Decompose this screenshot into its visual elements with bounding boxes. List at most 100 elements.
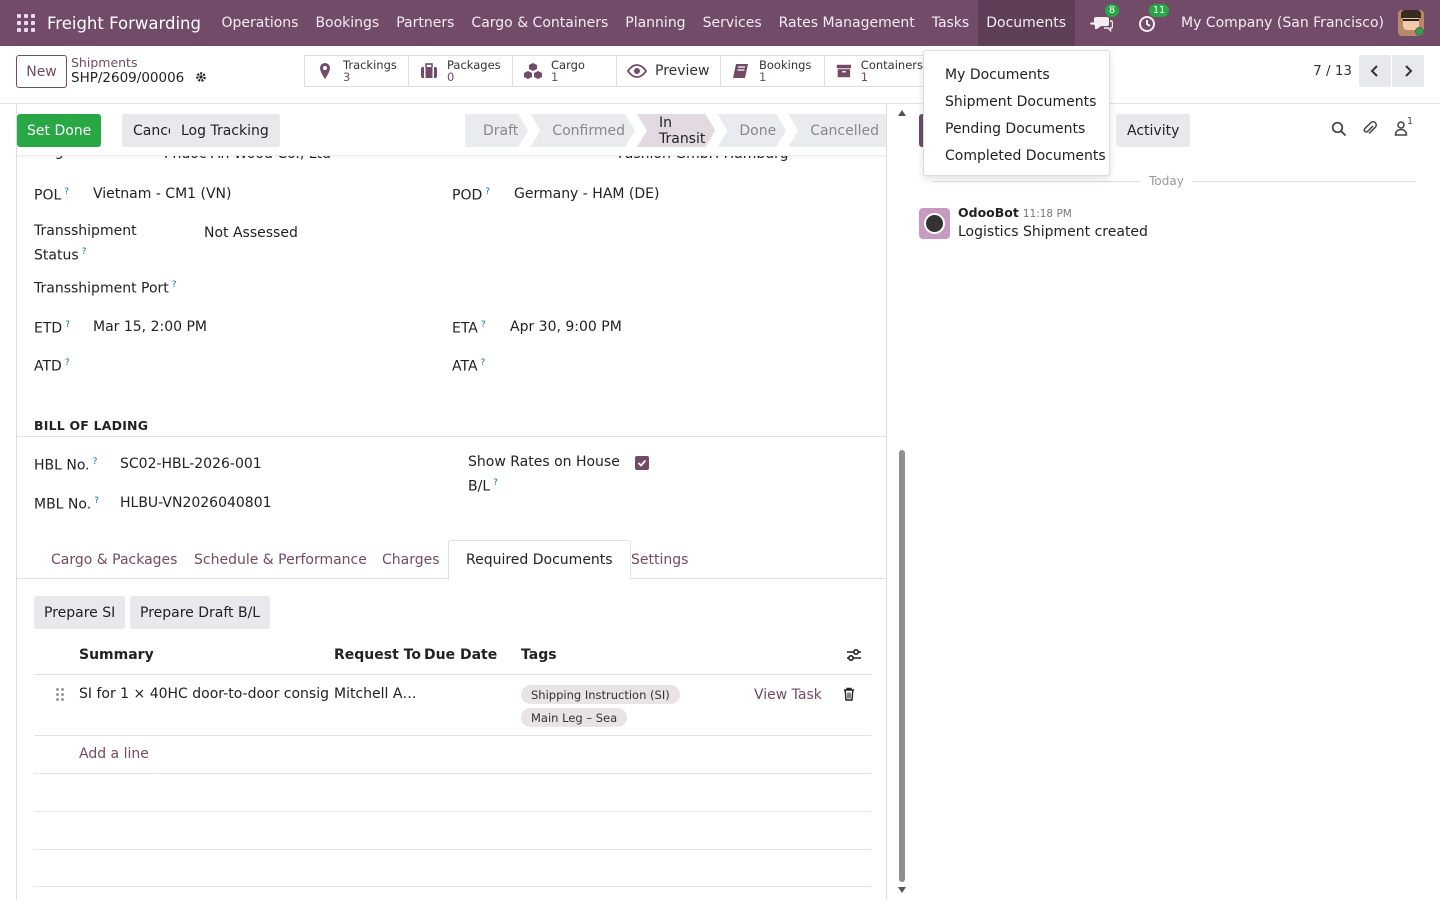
dropdown-item-shipment-documents[interactable]: Shipment Documents [924,88,1109,115]
breadcrumb-shipments[interactable]: Shipments [71,55,137,70]
tag-main-leg-sea: Main Leg – Sea [521,708,628,727]
help-tooltip-icon[interactable]: ? [481,320,486,330]
activity-button[interactable]: Activity [1116,114,1191,147]
archive-icon [836,64,852,78]
smart-button-cargo[interactable]: Cargo 1 [512,55,616,87]
eta-label: ETA? [452,320,486,337]
help-tooltip-icon[interactable]: ? [82,247,87,257]
pol-field[interactable]: Vietnam - CM1 (VN) [93,186,232,202]
smart-button-bookings[interactable]: Bookings 1 [720,55,824,87]
pager-value[interactable]: 7 / 13 [1313,63,1352,79]
menu-tasks[interactable]: Tasks [923,0,978,46]
atd-label: ATD? [34,358,70,375]
eta-field[interactable]: Apr 30, 9:00 PM [510,319,622,335]
set-done-button[interactable]: Set Done [17,114,102,147]
chevron-right-icon [1405,65,1413,77]
help-tooltip-icon[interactable]: ? [485,187,490,197]
chatter-panel: Activity 1 Today OdooBot 11:18 PM Logisti… [917,104,1440,900]
etd-field[interactable]: Mar 15, 2:00 PM [93,319,207,335]
message-body: Logistics Shipment created [958,224,1148,240]
menu-planning[interactable]: Planning [617,0,694,46]
smart-button-packages[interactable]: Packages 0 [408,55,512,87]
app-brand[interactable]: Freight Forwarding [47,14,201,33]
row-request-to[interactable]: Mitchell A… [334,686,416,702]
pager-previous-button[interactable] [1359,55,1391,87]
smart-button-preview[interactable]: Preview [616,55,720,87]
column-tags[interactable]: Tags [521,647,557,663]
help-tooltip-icon[interactable]: ? [65,358,70,368]
column-summary[interactable]: Summary [79,647,154,663]
show-rates-checkbox[interactable] [635,456,649,470]
row-summary[interactable]: SI for 1 × 40HC door-to-door consign… [79,686,329,702]
tab-required-documents[interactable]: Required Documents [448,540,631,580]
chevron-left-icon [1370,65,1378,77]
view-task-button[interactable]: View Task [754,687,822,703]
gear-icon[interactable] [195,71,207,83]
tab-charges[interactable]: Charges [365,540,457,579]
stage-cancelled[interactable]: Cancelled [788,114,886,147]
pod-field[interactable]: Germany - HAM (DE) [514,186,659,202]
hbl-field[interactable]: SC02-HBL-2026-001 [120,456,262,472]
menu-operations[interactable]: Operations [213,0,307,46]
mbl-field[interactable]: HLBU-VN2026040801 [120,495,272,511]
stage-in-transit[interactable]: In Transit [637,114,715,147]
smart-button-trackings[interactable]: Trackings 3 [304,55,408,87]
help-tooltip-icon[interactable]: ? [172,280,177,290]
tab-settings[interactable]: Settings [614,540,705,579]
company-switcher[interactable]: My Company (San Francisco) [1181,15,1384,31]
prepare-si-button[interactable]: Prepare SI [34,596,126,629]
stage-confirmed[interactable]: Confirmed [530,114,635,147]
trash-icon[interactable] [843,687,855,701]
messages-icon[interactable]: 8 [1093,4,1120,33]
pod-label: POD? [452,187,491,204]
search-icon[interactable] [1331,121,1347,137]
apps-menu-icon[interactable] [17,14,35,32]
activities-clock-icon[interactable]: 11 [1137,4,1170,33]
help-tooltip-icon[interactable]: ? [94,496,99,506]
add-a-line-link[interactable]: Add a line [79,746,149,762]
menu-cargo-containers[interactable]: Cargo & Containers [463,0,617,46]
bookings-label: Bookings [759,58,812,72]
pager-next-button[interactable] [1392,55,1424,87]
menu-documents[interactable]: Documents [977,0,1075,46]
tab-schedule-performance[interactable]: Schedule & Performance [177,540,384,579]
new-button[interactable]: New [16,55,67,88]
log-tracking-button[interactable]: Log Tracking [170,114,280,147]
smart-button-containers[interactable]: Containers 1 [824,55,924,87]
hbl-label: HBL No.? [34,457,98,474]
form-scrollbar[interactable] [897,104,907,900]
help-tooltip-icon[interactable]: ? [93,457,98,467]
show-rates-label: Show Rates on House B/L? [468,454,620,495]
prepare-draft-bl-button[interactable]: Prepare Draft B/L [130,596,271,629]
packages-count: 0 [447,70,455,84]
optional-columns-icon[interactable] [846,647,862,663]
help-tooltip-icon[interactable]: ? [64,187,69,197]
menu-bookings[interactable]: Bookings [307,0,388,46]
dropdown-item-pending-documents[interactable]: Pending Documents [924,115,1109,142]
column-request-to[interactable]: Request To [334,647,421,663]
scroll-thumb[interactable] [899,450,905,882]
menu-partners[interactable]: Partners [388,0,463,46]
empty-row [34,773,871,811]
help-tooltip-icon[interactable]: ? [481,358,486,368]
stage-draft[interactable]: Draft [465,114,528,147]
drag-handle-icon[interactable] [56,688,66,702]
user-avatar[interactable] [1398,10,1424,36]
column-due-date[interactable]: Due Date [424,647,497,663]
dropdown-item-completed-documents[interactable]: Completed Documents [924,142,1109,169]
paperclip-icon[interactable] [1361,120,1378,137]
bill-of-lading-heading: BILL OF LADING [34,418,149,433]
help-tooltip-icon[interactable]: ? [65,320,70,330]
tab-cargo-packages[interactable]: Cargo & Packages [34,540,194,579]
section-divider [17,436,886,437]
dropdown-item-my-documents[interactable]: My Documents [924,61,1109,88]
menu-services[interactable]: Services [694,0,770,46]
menu-rates-management[interactable]: Rates Management [770,0,923,46]
transshipment-status-field[interactable]: Not Assessed [204,225,298,241]
stage-done[interactable]: Done [717,114,786,147]
help-tooltip-icon[interactable]: ? [493,478,498,488]
odoobot-avatar [919,208,950,239]
followers-button[interactable]: 1 [1394,116,1413,140]
scroll-up-arrow-icon[interactable] [898,110,906,116]
scroll-down-arrow-icon[interactable] [898,887,906,893]
